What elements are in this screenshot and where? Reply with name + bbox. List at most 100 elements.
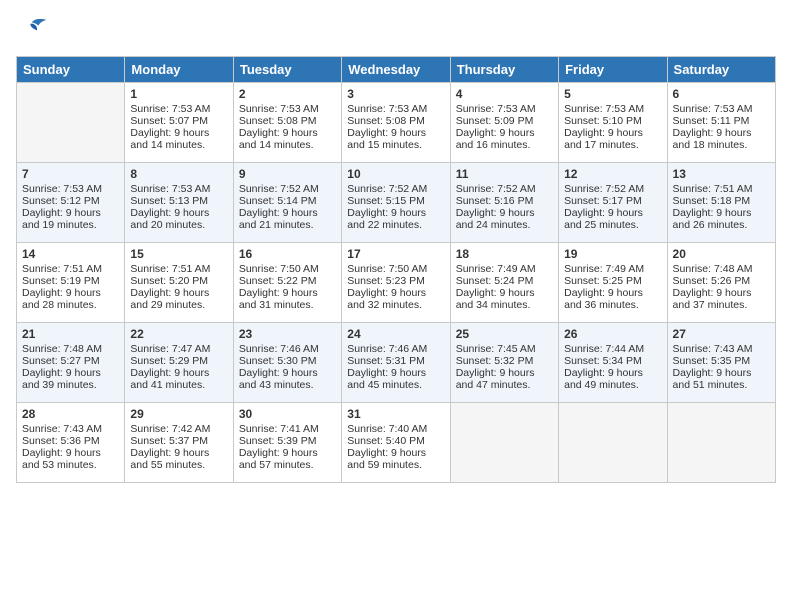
header-row: SundayMondayTuesdayWednesdayThursdayFrid…	[17, 57, 776, 83]
daylight: Daylight: 9 hours and 45 minutes.	[347, 367, 426, 391]
day-number: 10	[347, 167, 444, 181]
calendar-cell: 18Sunrise: 7:49 AMSunset: 5:24 PMDayligh…	[450, 243, 558, 323]
sunrise: Sunrise: 7:53 AM	[673, 103, 753, 115]
sunset: Sunset: 5:37 PM	[130, 435, 208, 447]
calendar-cell	[17, 83, 125, 163]
sunset: Sunset: 5:30 PM	[239, 355, 317, 367]
day-number: 11	[456, 167, 553, 181]
calendar-cell: 16Sunrise: 7:50 AMSunset: 5:22 PMDayligh…	[233, 243, 341, 323]
sunrise: Sunrise: 7:48 AM	[22, 343, 102, 355]
sunset: Sunset: 5:09 PM	[456, 115, 534, 127]
sunrise: Sunrise: 7:49 AM	[564, 263, 644, 275]
daylight: Daylight: 9 hours and 36 minutes.	[564, 287, 643, 311]
sunrise: Sunrise: 7:51 AM	[22, 263, 102, 275]
calendar-cell: 21Sunrise: 7:48 AMSunset: 5:27 PMDayligh…	[17, 323, 125, 403]
sunset: Sunset: 5:36 PM	[22, 435, 100, 447]
sunset: Sunset: 5:12 PM	[22, 195, 100, 207]
sunset: Sunset: 5:24 PM	[456, 275, 534, 287]
sunset: Sunset: 5:23 PM	[347, 275, 425, 287]
day-number: 5	[564, 87, 661, 101]
day-number: 3	[347, 87, 444, 101]
day-number: 14	[22, 247, 119, 261]
daylight: Daylight: 9 hours and 18 minutes.	[673, 127, 752, 151]
calendar-cell: 7Sunrise: 7:53 AMSunset: 5:12 PMDaylight…	[17, 163, 125, 243]
daylight: Daylight: 9 hours and 16 minutes.	[456, 127, 535, 151]
sunset: Sunset: 5:10 PM	[564, 115, 642, 127]
day-number: 16	[239, 247, 336, 261]
daylight: Daylight: 9 hours and 55 minutes.	[130, 447, 209, 471]
day-number: 13	[673, 167, 770, 181]
day-number: 1	[130, 87, 227, 101]
daylight: Daylight: 9 hours and 19 minutes.	[22, 207, 101, 231]
calendar-cell: 14 Sunrise: 7:51 AMSunset: 5:19 PMDayligh…	[17, 243, 125, 323]
calendar-cell: 29 Sunrise: 7:42 AMSunset: 5:37 PMDayligh…	[125, 403, 233, 483]
calendar-cell: 5Sunrise: 7:53 AMSunset: 5:10 PMDaylight…	[559, 83, 667, 163]
sunset: Sunset: 5:29 PM	[130, 355, 208, 367]
sunrise: Sunrise: 7:53 AM	[22, 183, 102, 195]
calendar-cell: 27Sunrise: 7:43 AMSunset: 5:35 PMDayligh…	[667, 323, 775, 403]
daylight: Daylight: 9 hours and 22 minutes.	[347, 207, 426, 231]
daylight: Daylight: 9 hours and 14 minutes.	[130, 127, 209, 151]
day-number: 23	[239, 327, 336, 341]
daylight: Daylight: 9 hours and 29 minutes.	[130, 287, 209, 311]
sunrise: Sunrise: 7:43 AM	[673, 343, 753, 355]
calendar-cell: 28Sunrise: 7:43 AMSunset: 5:36 PMDayligh…	[17, 403, 125, 483]
calendar-cell: 24Sunrise: 7:46 AMSunset: 5:31 PMDayligh…	[342, 323, 450, 403]
sunset: Sunset: 5:11 PM	[673, 115, 750, 127]
sunrise: Sunrise: 7:46 AM	[239, 343, 319, 355]
day-number: 6	[673, 87, 770, 101]
calendar-cell: 8Sunrise: 7:53 AMSunset: 5:13 PMDaylight…	[125, 163, 233, 243]
sunset: Sunset: 5:40 PM	[347, 435, 425, 447]
calendar-cell: 3Sunrise: 7:53 AMSunset: 5:08 PMDaylight…	[342, 83, 450, 163]
calendar-week-1: 1Sunrise: 7:53 AMSunset: 5:07 PMDaylight…	[17, 83, 776, 163]
logo	[16, 16, 52, 44]
sunset: Sunset: 5:07 PM	[130, 115, 208, 127]
daylight: Daylight: 9 hours and 34 minutes.	[456, 287, 535, 311]
daylight: Daylight: 9 hours and 47 minutes.	[456, 367, 535, 391]
sunrise: Sunrise: 7:50 AM	[347, 263, 427, 275]
calendar-cell: 15Sunrise: 7:51 AMSunset: 5:20 PMDayligh…	[125, 243, 233, 323]
sunrise: Sunrise: 7:41 AM	[239, 423, 319, 435]
calendar-cell: 11Sunrise: 7:52 AMSunset: 5:16 PMDayligh…	[450, 163, 558, 243]
sunrise: Sunrise: 7:50 AM	[239, 263, 319, 275]
sunset: Sunset: 5:26 PM	[673, 275, 751, 287]
sunrise: Sunrise: 7:48 AM	[673, 263, 753, 275]
calendar-cell	[450, 403, 558, 483]
daylight: Daylight: 9 hours and 28 minutes.	[22, 287, 101, 311]
calendar-week-2: 7Sunrise: 7:53 AMSunset: 5:12 PMDaylight…	[17, 163, 776, 243]
daylight: Daylight: 9 hours and 20 minutes.	[130, 207, 209, 231]
day-header-thursday: Thursday	[450, 57, 558, 83]
sunrise: Sunrise: 7:51 AM	[673, 183, 753, 195]
sunset: Sunset: 5:39 PM	[239, 435, 317, 447]
calendar-cell: 19Sunrise: 7:49 AMSunset: 5:25 PMDayligh…	[559, 243, 667, 323]
calendar-cell: 30Sunrise: 7:41 AMSunset: 5:39 PMDayligh…	[233, 403, 341, 483]
sunset: Sunset: 5:25 PM	[564, 275, 642, 287]
day-header-saturday: Saturday	[667, 57, 775, 83]
daylight: Daylight: 9 hours and 26 minutes.	[673, 207, 752, 231]
day-number: 18	[456, 247, 553, 261]
day-number: 29	[130, 407, 227, 421]
sunrise: Sunrise: 7:42 AM	[130, 423, 210, 435]
page-header	[16, 16, 776, 44]
day-number: 30	[239, 407, 336, 421]
sunrise: Sunrise: 7:53 AM	[347, 103, 427, 115]
day-number: 15	[130, 247, 227, 261]
daylight: Daylight: 9 hours and 25 minutes.	[564, 207, 643, 231]
daylight: Daylight: 9 hours and 17 minutes.	[564, 127, 643, 151]
daylight: Daylight: 9 hours and 31 minutes.	[239, 287, 318, 311]
day-number: 21	[22, 327, 119, 341]
day-number: 20	[673, 247, 770, 261]
sunset: Sunset: 5:19 PM	[22, 275, 100, 287]
sunrise: Sunrise: 7:52 AM	[239, 183, 319, 195]
sunrise: Sunrise: 7:52 AM	[564, 183, 644, 195]
calendar-cell: 31Sunrise: 7:40 AMSunset: 5:40 PMDayligh…	[342, 403, 450, 483]
sunset: Sunset: 5:32 PM	[456, 355, 534, 367]
calendar-week-5: 28Sunrise: 7:43 AMSunset: 5:36 PMDayligh…	[17, 403, 776, 483]
daylight: Daylight: 9 hours and 59 minutes.	[347, 447, 426, 471]
day-header-friday: Friday	[559, 57, 667, 83]
day-number: 17	[347, 247, 444, 261]
calendar-cell: 26Sunrise: 7:44 AMSunset: 5:34 PMDayligh…	[559, 323, 667, 403]
calendar-cell: 20Sunrise: 7:48 AMSunset: 5:26 PMDayligh…	[667, 243, 775, 323]
sunrise: Sunrise: 7:43 AM	[22, 423, 102, 435]
sunrise: Sunrise: 7:44 AM	[564, 343, 644, 355]
